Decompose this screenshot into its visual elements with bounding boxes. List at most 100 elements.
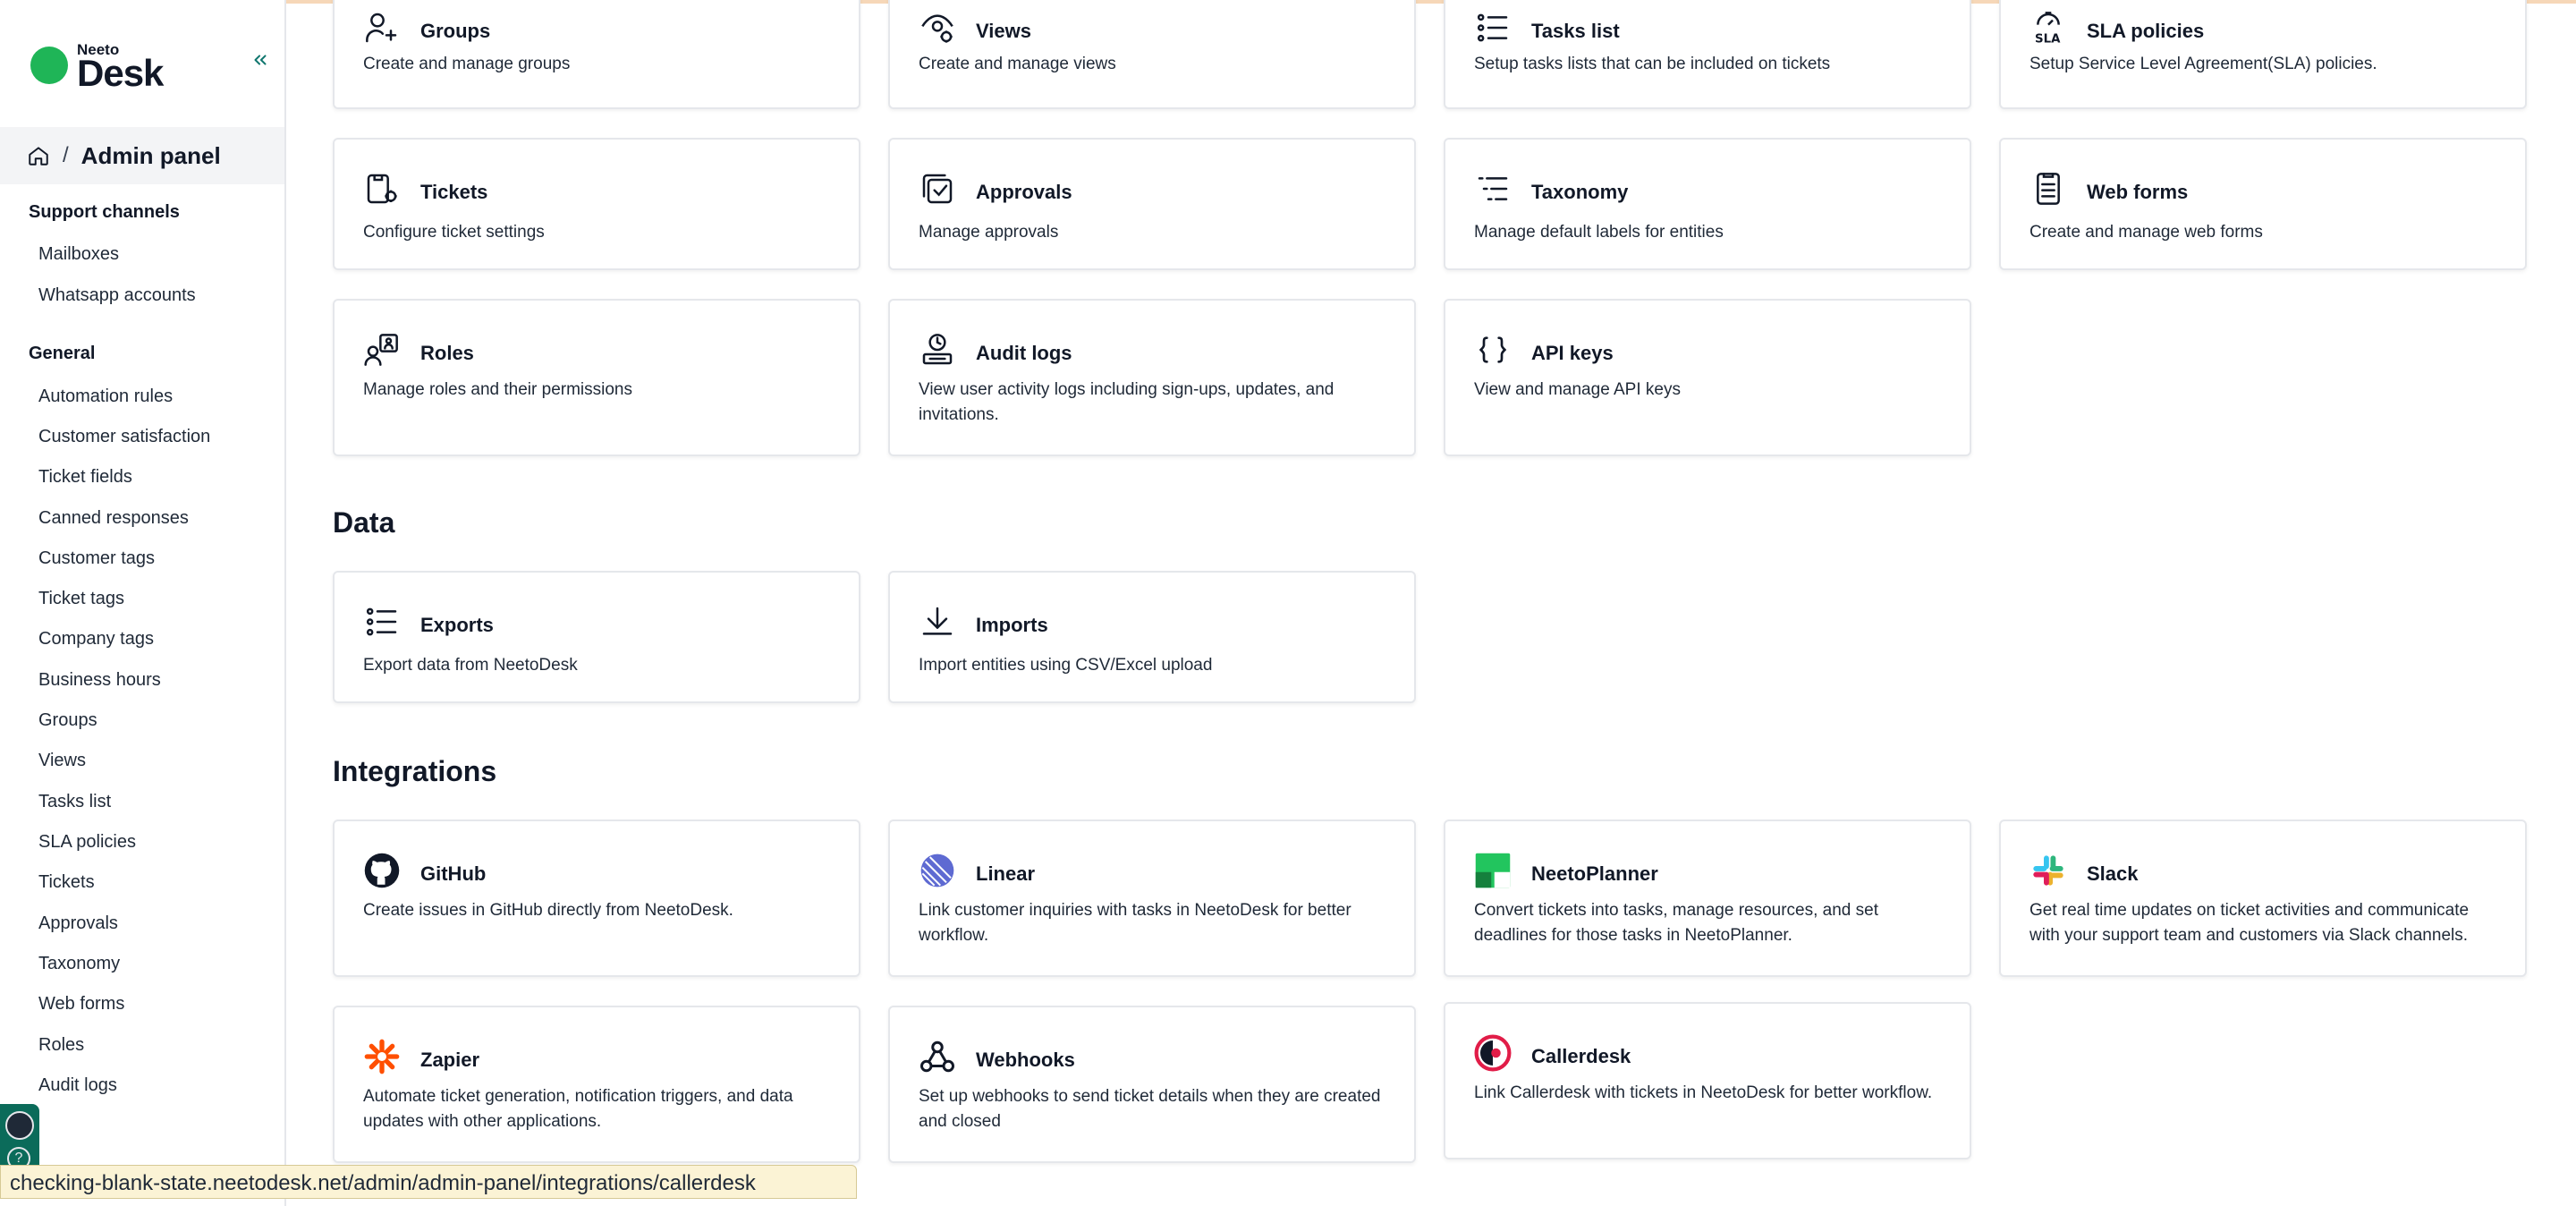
collapse-sidebar-button[interactable] <box>247 47 274 73</box>
ticket-settings-icon <box>363 170 401 208</box>
card-description: Import entities using CSV/Excel upload <box>919 656 1213 675</box>
card-title: Taxonomy <box>1531 181 1629 203</box>
breadcrumb-separator: / <box>63 143 69 167</box>
card-title: Web forms <box>2087 181 2189 203</box>
card-roles[interactable]: Roles Manage roles and their permissions <box>333 299 860 456</box>
card-webhooks[interactable]: Webhooks Set up webhooks to send ticket … <box>888 1006 1416 1163</box>
document-icon <box>2029 170 2067 208</box>
sidebar-item-customer-satisfaction[interactable]: Customer satisfaction <box>38 427 210 447</box>
sidebar-item-approvals[interactable]: Approvals <box>38 913 118 934</box>
card-title: Callerdesk <box>1531 1045 1631 1067</box>
card-approvals[interactable]: Approvals Manage approvals <box>888 138 1416 270</box>
card-imports[interactable]: Imports Import entities using CSV/Excel … <box>888 571 1416 703</box>
card-linear[interactable]: Linear Link customer inquiries with task… <box>888 820 1416 977</box>
card-title: Roles <box>420 342 474 364</box>
card-tasks-list[interactable]: Tasks list Setup tasks lists that can be… <box>1444 0 1971 109</box>
card-audit-logs[interactable]: Audit logs View user activity logs inclu… <box>888 299 1416 456</box>
sidebar-item-ticket-tags[interactable]: Ticket tags <box>38 589 124 609</box>
card-description: Convert tickets into tasks, manage resou… <box>1474 901 1878 945</box>
slack-icon <box>2029 852 2067 889</box>
sidebar-item-automation-rules[interactable]: Automation rules <box>38 386 173 407</box>
svg-text:SLA: SLA <box>2035 33 2061 46</box>
card-title: GitHub <box>420 862 487 885</box>
card-groups[interactable]: Groups Create and manage groups <box>333 0 860 109</box>
card-api-keys[interactable]: API keys View and manage API keys <box>1444 299 1971 456</box>
sidebar: Neeto Desk / Admin panel Support channel… <box>0 0 286 1206</box>
sidebar-item-customer-tags[interactable]: Customer tags <box>38 548 155 569</box>
list-icon <box>1474 9 1512 47</box>
sidebar-item-taxonomy[interactable]: Taxonomy <box>38 954 120 974</box>
sidebar-item-sla-policies[interactable]: SLA policies <box>38 832 136 853</box>
linear-icon <box>919 852 956 889</box>
sidebar-item-tickets[interactable]: Tickets <box>38 872 95 893</box>
braces-icon <box>1474 331 1512 369</box>
zapier-icon <box>363 1038 401 1075</box>
card-title: Audit logs <box>976 342 1072 364</box>
main-content: Groups Create and manage groups Views Cr… <box>286 0 2576 1206</box>
card-neetoplanner[interactable]: NeetoPlanner Convert tickets into tasks,… <box>1444 820 1971 977</box>
breadcrumb-current: Admin panel <box>80 141 221 169</box>
card-slack[interactable]: Slack Get real time updates on ticket ac… <box>1999 820 2527 977</box>
sidebar-item-ticket-fields[interactable]: Ticket fields <box>38 467 132 488</box>
card-description: Link customer inquiries with tasks in Ne… <box>919 901 1352 945</box>
sidebar-item-tasks-list[interactable]: Tasks list <box>38 792 111 812</box>
user-avatar-icon[interactable] <box>5 1111 34 1140</box>
nav-section-general: General <box>29 344 96 363</box>
card-zapier[interactable]: Zapier Automate ticket generation, notif… <box>333 1006 860 1163</box>
card-title: Tasks list <box>1531 20 1620 42</box>
list-icon <box>363 603 401 641</box>
card-description: View and manage API keys <box>1474 380 1681 399</box>
sidebar-item-mailboxes[interactable]: Mailboxes <box>38 244 119 265</box>
sidebar-item-views[interactable]: Views <box>38 751 86 771</box>
card-description: Export data from NeetoDesk <box>363 656 578 675</box>
card-web-forms[interactable]: Web forms Create and manage web forms <box>1999 138 2527 270</box>
nav-section-support-channels: Support channels <box>29 202 180 222</box>
download-icon <box>919 603 956 641</box>
card-description: Link Callerdesk with tickets in NeetoDes… <box>1474 1083 1933 1102</box>
sidebar-item-web-forms[interactable]: Web forms <box>38 994 124 1015</box>
home-icon[interactable] <box>27 144 50 167</box>
sidebar-item-canned-responses[interactable]: Canned responses <box>38 508 189 529</box>
neetoplanner-icon <box>1474 852 1512 889</box>
card-description: Manage approvals <box>919 223 1059 242</box>
card-description: Setup tasks lists that can be included o… <box>1474 55 1831 73</box>
card-description: Setup Service Level Agreement(SLA) polic… <box>2029 55 2377 73</box>
sidebar-item-whatsapp-accounts[interactable]: Whatsapp accounts <box>38 285 196 306</box>
card-title: Linear <box>976 862 1036 885</box>
user-plus-icon <box>363 9 401 47</box>
card-title: Approvals <box>976 181 1072 203</box>
card-title: SLA policies <box>2087 20 2205 42</box>
card-exports[interactable]: Exports Export data from NeetoDesk <box>333 571 860 703</box>
card-description: Manage default labels for entities <box>1474 223 1724 242</box>
audit-log-icon <box>919 331 956 369</box>
card-description: Create and manage views <box>919 55 1116 73</box>
brand-dot-icon <box>30 47 68 84</box>
card-title: Exports <box>420 614 494 636</box>
sidebar-item-company-tags[interactable]: Company tags <box>38 629 154 650</box>
sidebar-item-groups[interactable]: Groups <box>38 710 97 731</box>
card-description: View user activity logs including sign-u… <box>919 380 1335 424</box>
card-title: Slack <box>2087 862 2139 885</box>
brand-logo[interactable]: Neeto Desk <box>30 41 209 94</box>
card-description: Manage roles and their permissions <box>363 380 632 399</box>
card-tickets[interactable]: Tickets Configure ticket settings <box>333 138 860 270</box>
card-title: NeetoPlanner <box>1531 862 1658 885</box>
chevrons-left-icon <box>254 55 267 65</box>
card-github[interactable]: GitHub Create issues in GitHub directly … <box>333 820 860 977</box>
card-views[interactable]: Views Create and manage views <box>888 0 1416 109</box>
card-description: Create and manage groups <box>363 55 571 73</box>
card-taxonomy[interactable]: Taxonomy Manage default labels for entit… <box>1444 138 1971 270</box>
card-description: Get real time updates on ticket activiti… <box>2029 901 2470 945</box>
card-sla-policies[interactable]: SLA SLA policies Setup Service Level Agr… <box>1999 0 2527 109</box>
sidebar-item-business-hours[interactable]: Business hours <box>38 670 161 691</box>
sidebar-item-audit-logs[interactable]: Audit logs <box>38 1075 117 1096</box>
section-title-integrations: Integrations <box>333 755 497 787</box>
help-widget[interactable]: ? <box>0 1104 39 1170</box>
card-title: Imports <box>976 614 1048 636</box>
card-description: Create issues in GitHub directly from Ne… <box>363 901 733 920</box>
card-callerdesk[interactable]: Callerdesk Link Callerdesk with tickets … <box>1444 1002 1971 1159</box>
taxonomy-icon <box>1474 170 1512 208</box>
approval-check-icon <box>919 170 956 208</box>
section-title-data: Data <box>333 506 395 539</box>
sidebar-item-roles[interactable]: Roles <box>38 1035 84 1056</box>
